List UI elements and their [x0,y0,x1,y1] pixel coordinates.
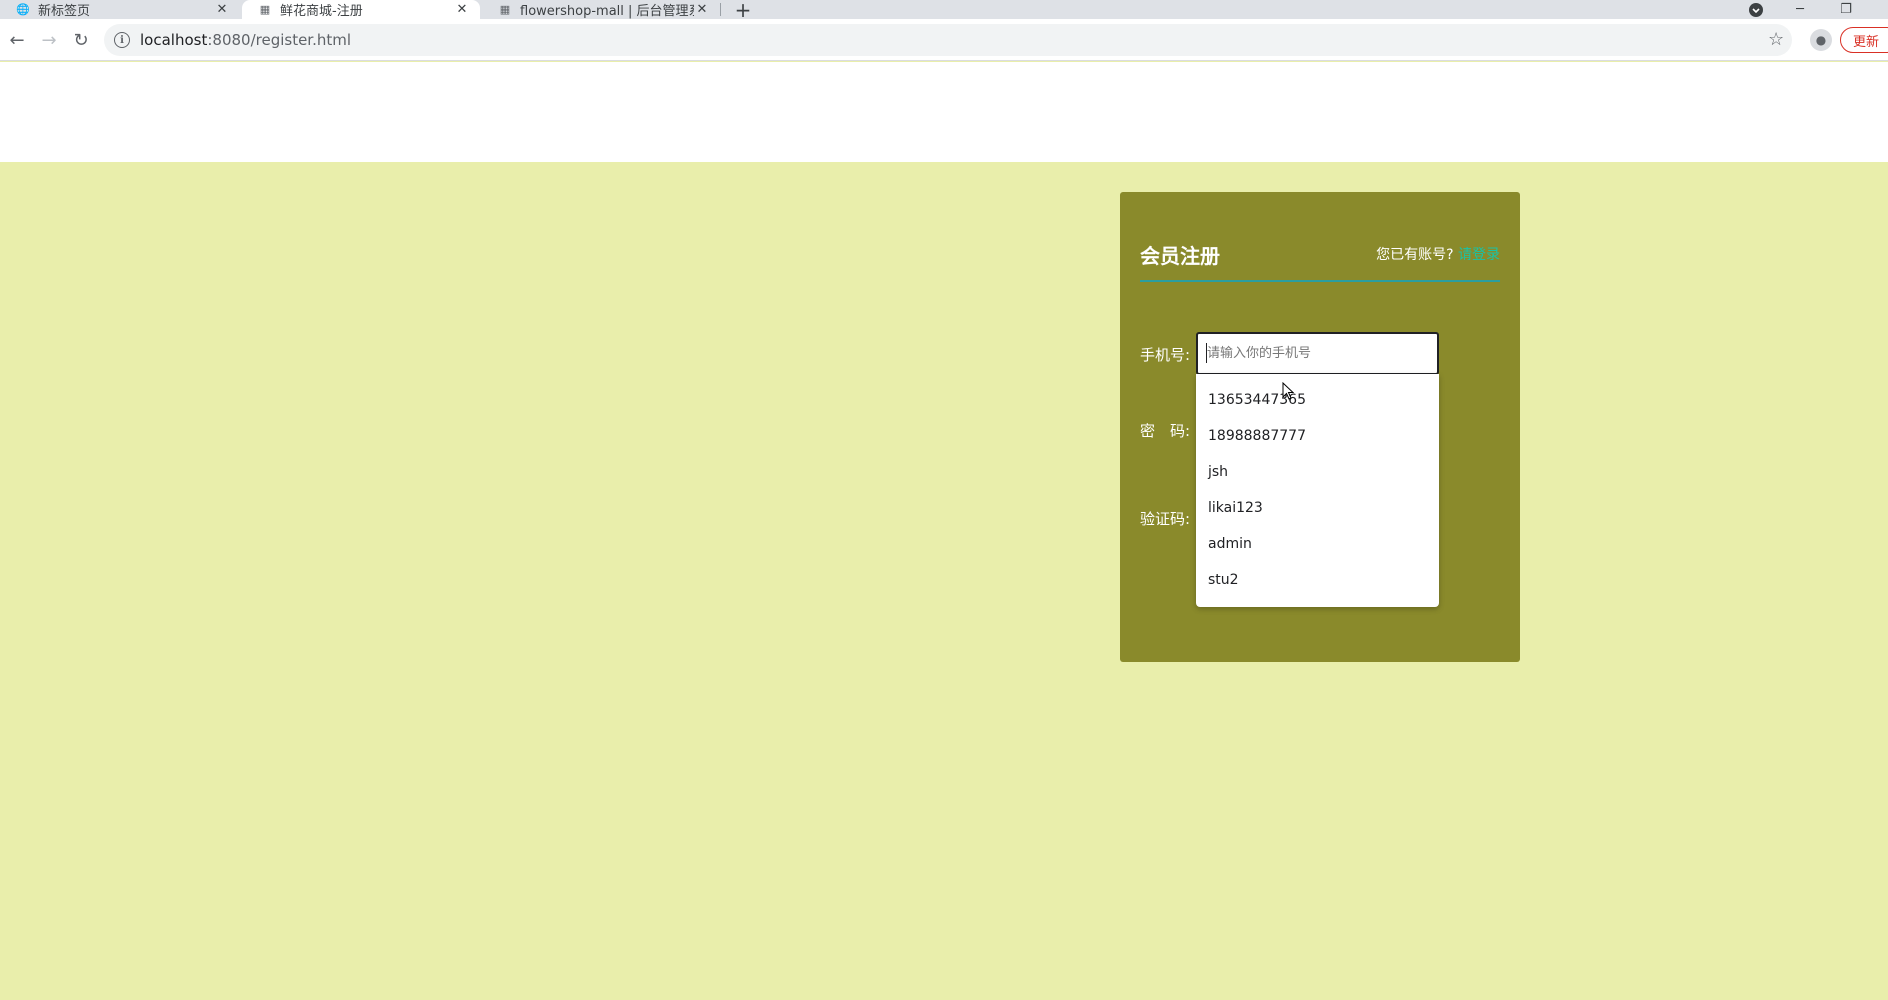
new-tab-button[interactable]: + [732,0,754,22]
globe-icon: 🌐 [16,3,30,16]
autocomplete-item[interactable]: 13653447365 [1196,382,1439,418]
close-icon[interactable]: ✕ [214,2,230,18]
captcha-label: 验证码: [1140,510,1191,528]
page-icon: ▦ [259,3,271,16]
page-header [0,62,1888,162]
tab-admin[interactable]: ▦ flowershop-mall | 后台管理系统 ✕ [482,0,720,19]
autocomplete-item[interactable]: likai123 [1196,490,1439,526]
autocomplete-item[interactable]: stu2 [1196,562,1439,598]
bookmark-star-icon[interactable]: ☆ [1768,29,1784,50]
close-icon[interactable]: ✕ [454,2,470,18]
password-label: 密 码: [1140,422,1191,440]
text-caret [1206,343,1207,363]
tab-title: 鲜花商城-注册 [280,4,363,19]
autocomplete-dropdown: 13653447365 18988887777 jsh likai123 adm… [1196,374,1439,607]
browser-toolbar: ← → ↻ i localhost:8080/register.html ☆ ●… [0,19,1888,61]
url-host: localhost [140,31,208,49]
url-text: localhost:8080/register.html [140,31,351,49]
tab-search-icon[interactable] [1744,0,1768,19]
autocomplete-item[interactable]: jsh [1196,454,1439,490]
tab-register[interactable]: ▦ 鲜花商城-注册 ✕ [242,0,480,19]
title-divider [1140,280,1500,282]
panel-title: 会员注册 [1140,244,1220,268]
phone-input[interactable] [1196,332,1439,375]
page-icon: ▦ [499,3,511,16]
forward-icon[interactable]: → [34,25,64,55]
login-hint: 您已有账号? 请登录 [1376,244,1500,264]
phone-label: 手机号: [1140,346,1191,364]
back-icon[interactable]: ← [2,25,32,55]
login-prompt: 您已有账号? [1376,247,1454,263]
tab-separator [720,3,721,16]
update-button[interactable]: 更新 [1840,27,1888,53]
browser-tab-strip: 🌐 新标签页 ✕ ▦ 鲜花商城-注册 ✕ ▦ flowershop-mall |… [0,0,1888,22]
profile-avatar-icon[interactable]: ● [1810,29,1832,51]
autocomplete-item[interactable]: admin [1196,526,1439,562]
info-icon[interactable]: i [114,32,130,48]
login-link[interactable]: 请登录 [1458,247,1500,263]
tab-title: flowershop-mall | 后台管理系统 [520,4,694,19]
tab-new-tab[interactable]: 🌐 新标签页 ✕ [0,0,240,19]
mouse-cursor-icon [1282,382,1294,400]
url-path: :8080/register.html [207,31,352,49]
reload-icon[interactable]: ↻ [66,25,96,55]
restore-icon[interactable]: ❐ [1832,0,1860,19]
tab-title: 新标签页 [38,4,91,19]
autocomplete-item[interactable]: 18988887777 [1196,418,1439,454]
address-bar[interactable]: i localhost:8080/register.html [104,24,1792,56]
minimize-icon[interactable]: ─ [1786,0,1814,19]
close-icon[interactable]: ✕ [694,2,710,18]
